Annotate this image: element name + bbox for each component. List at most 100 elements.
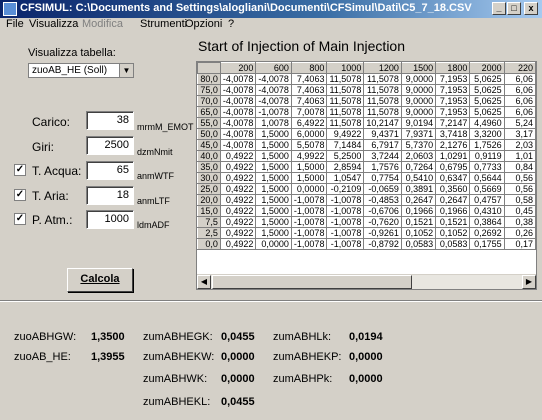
table-cell[interactable]: 3,3200 xyxy=(469,128,505,140)
table-cell[interactable]: 0,5644 xyxy=(469,172,505,184)
table-cell[interactable]: 1,0291 xyxy=(435,150,471,162)
table-cell[interactable]: -4,0078 xyxy=(219,73,257,85)
table-cell[interactable]: -1,0078 xyxy=(326,194,365,206)
table-cell[interactable]: 6,4922 xyxy=(290,117,328,129)
table-cell[interactable]: 1,5000 xyxy=(255,161,292,173)
table-cell[interactable]: 6,06 xyxy=(503,73,536,85)
scroll-thumb[interactable] xyxy=(212,275,412,289)
table-cell[interactable]: 11,5078 xyxy=(326,117,365,129)
t-acqua-checkbox[interactable]: ✓ xyxy=(14,164,26,176)
table-cell[interactable]: 0,7264 xyxy=(400,161,437,173)
table-cell[interactable]: 2,03 xyxy=(503,139,536,151)
table-cell[interactable]: 1,5000 xyxy=(255,128,292,140)
t-acqua-input[interactable]: 65 xyxy=(86,161,134,180)
t-aria-input[interactable]: 18 xyxy=(86,186,134,205)
table-cell[interactable]: 0,4310 xyxy=(469,205,505,217)
close-button[interactable]: x xyxy=(524,2,538,15)
table-cell[interactable]: 7,1953 xyxy=(435,95,471,107)
table-cell[interactable]: -0,0659 xyxy=(363,183,402,195)
row-header[interactable]: 15,0 xyxy=(197,205,221,217)
table-cell[interactable]: 1,5000 xyxy=(290,172,328,184)
scroll-left-icon[interactable]: ◀ xyxy=(197,275,211,289)
table-cell[interactable]: 9,0194 xyxy=(400,117,437,129)
row-header[interactable]: 45,0 xyxy=(197,139,221,151)
table-cell[interactable]: 1,7576 xyxy=(363,161,402,173)
table-cell[interactable]: 6,06 xyxy=(503,95,536,107)
table-cell[interactable]: 0,6347 xyxy=(435,172,471,184)
menu-help[interactable]: ? xyxy=(228,18,234,30)
table-cell[interactable]: 6,7917 xyxy=(363,139,402,151)
table-cell[interactable]: -0,7620 xyxy=(363,216,402,228)
table-cell[interactable]: 0,38 xyxy=(503,216,536,228)
table-cell[interactable]: 5,0625 xyxy=(469,106,505,118)
table-cell[interactable]: 0,2647 xyxy=(435,194,471,206)
table-cell[interactable]: 0,0000 xyxy=(290,183,328,195)
table-cell[interactable]: 11,5078 xyxy=(326,95,365,107)
table-cell[interactable]: 11,5078 xyxy=(363,73,402,85)
table-cell[interactable]: 3,7418 xyxy=(435,128,471,140)
table-cell[interactable]: -4,0078 xyxy=(219,106,257,118)
table-cell[interactable]: -1,0078 xyxy=(255,106,292,118)
table-cell[interactable]: -1,0078 xyxy=(326,238,365,250)
table-cell[interactable]: 0,1966 xyxy=(400,205,437,217)
column-header[interactable]: 800 xyxy=(290,62,328,74)
table-cell[interactable]: 0,4922 xyxy=(219,205,257,217)
table-cell[interactable]: -1,0078 xyxy=(290,238,328,250)
table-cell[interactable]: 11,5078 xyxy=(363,84,402,96)
table-cell[interactable]: 2,1276 xyxy=(435,139,471,151)
table-cell[interactable]: 0,4922 xyxy=(219,161,257,173)
table-cell[interactable]: 5,24 xyxy=(503,117,536,129)
table-cell[interactable]: 7,4063 xyxy=(290,95,328,107)
table-cell[interactable]: 3,7244 xyxy=(363,150,402,162)
table-cell[interactable]: 6,06 xyxy=(503,84,536,96)
table-cell[interactable]: 0,0000 xyxy=(255,238,292,250)
table-cell[interactable]: 0,1966 xyxy=(435,205,471,217)
table-cell[interactable]: 1,5000 xyxy=(255,172,292,184)
table-cell[interactable]: 0,4922 xyxy=(219,150,257,162)
table-cell[interactable]: 1,5000 xyxy=(255,139,292,151)
table-cell[interactable]: 0,4922 xyxy=(219,183,257,195)
p-atm-checkbox[interactable]: ✓ xyxy=(14,213,26,225)
table-cell[interactable]: 7,4063 xyxy=(290,84,328,96)
table-cell[interactable]: 5,7370 xyxy=(400,139,437,151)
table-cell[interactable]: -0,9261 xyxy=(363,227,402,239)
table-cell[interactable]: 1,5000 xyxy=(255,194,292,206)
table-cell[interactable]: 9,4371 xyxy=(363,128,402,140)
row-header[interactable]: 25,0 xyxy=(197,183,221,195)
table-cell[interactable]: 0,1755 xyxy=(469,238,505,250)
table-cell[interactable]: 2,0603 xyxy=(400,150,437,162)
table-cell[interactable]: 2,8594 xyxy=(326,161,365,173)
table-cell[interactable]: 0,3891 xyxy=(400,183,437,195)
p-atm-input[interactable]: 1000 xyxy=(86,210,134,229)
row-header[interactable]: 35,0 xyxy=(197,161,221,173)
table-cell[interactable]: 0,84 xyxy=(503,161,536,173)
table-cell[interactable]: 7,0078 xyxy=(290,106,328,118)
table-cell[interactable]: 11,5078 xyxy=(363,95,402,107)
table-cell[interactable]: 0,5410 xyxy=(400,172,437,184)
table-cell[interactable]: 0,3864 xyxy=(469,216,505,228)
table-cell[interactable]: 1,0547 xyxy=(326,172,365,184)
table-cell[interactable]: 4,4960 xyxy=(469,117,505,129)
scroll-right-icon[interactable]: ▶ xyxy=(522,275,536,289)
table-cell[interactable]: 11,5078 xyxy=(326,106,365,118)
table-cell[interactable]: 11,5078 xyxy=(326,84,365,96)
table-cell[interactable]: -0,6706 xyxy=(363,205,402,217)
table-cell[interactable]: 0,1521 xyxy=(400,216,437,228)
table-cell[interactable]: -4,0078 xyxy=(219,117,257,129)
table-cell[interactable]: 9,0000 xyxy=(400,95,437,107)
table-cell[interactable]: 0,0583 xyxy=(400,238,437,250)
column-header[interactable]: 1500 xyxy=(400,62,437,74)
table-cell[interactable]: 1,0078 xyxy=(255,117,292,129)
table-cell[interactable]: 1,7526 xyxy=(469,139,505,151)
table-cell[interactable]: 0,5669 xyxy=(469,183,505,195)
table-cell[interactable]: 4,9922 xyxy=(290,150,328,162)
menu-strumenti[interactable]: Strumenti xyxy=(140,18,187,30)
table-select[interactable]: zuoAB_HE (Soll) ▼ xyxy=(28,63,134,78)
table-cell[interactable]: 0,17 xyxy=(503,238,536,250)
table-cell[interactable]: 6,0000 xyxy=(290,128,328,140)
table-cell[interactable]: 7,4063 xyxy=(290,73,328,85)
table-cell[interactable]: 0,9119 xyxy=(469,150,505,162)
column-header[interactable]: 2000 xyxy=(469,62,505,74)
table-cell[interactable]: 10,2147 xyxy=(363,117,402,129)
row-header[interactable]: 20,0 xyxy=(197,194,221,206)
